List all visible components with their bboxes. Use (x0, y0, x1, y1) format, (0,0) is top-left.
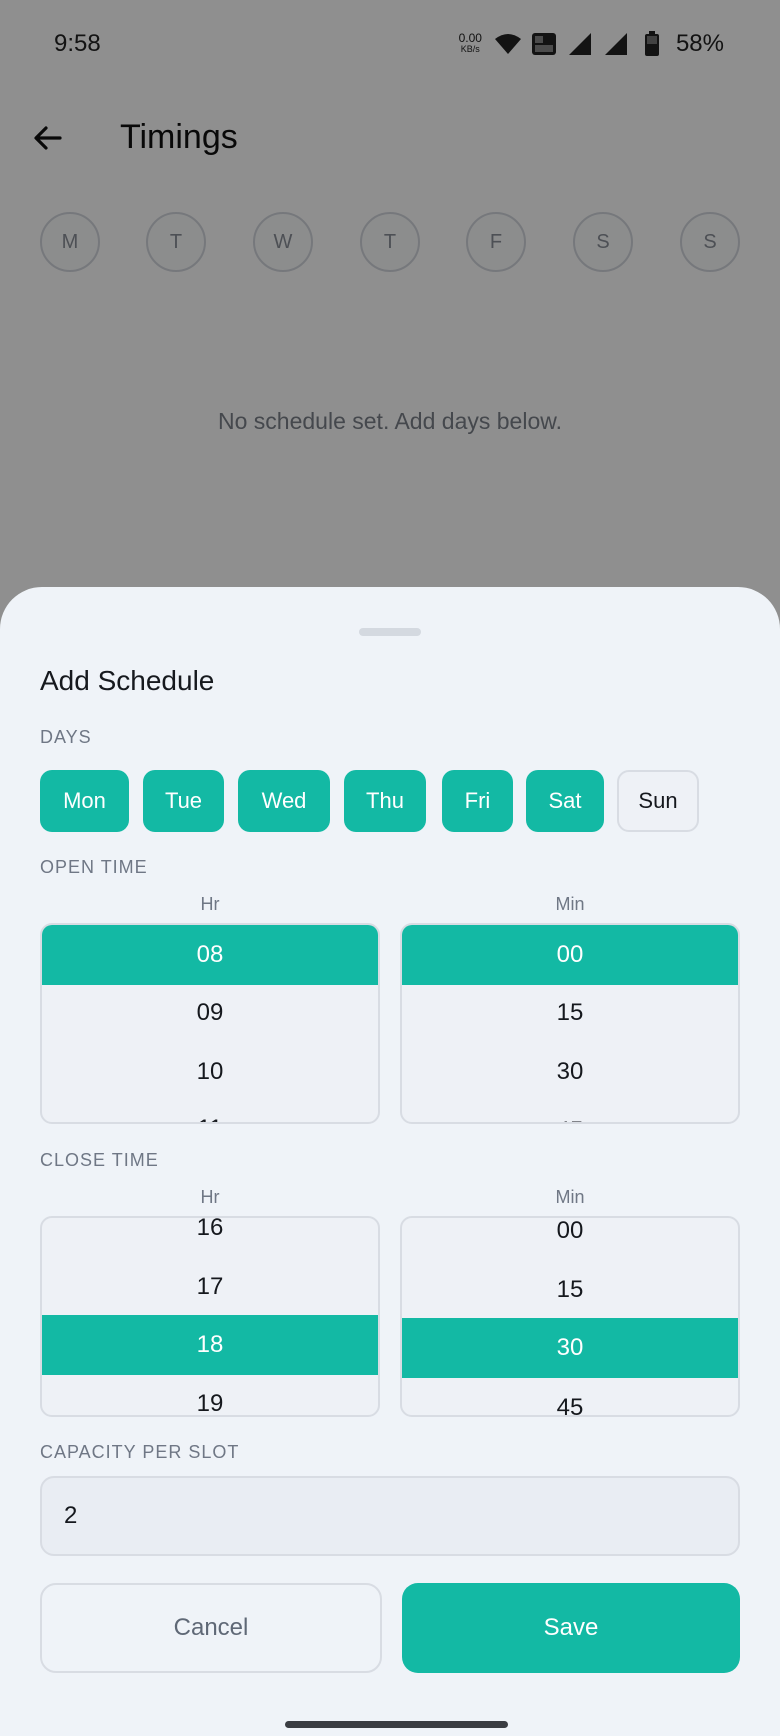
close-minute-picker[interactable]: 00 15 30 45 (400, 1216, 740, 1417)
day-chip-tue[interactable]: Tue (143, 770, 224, 832)
day-chip-sat[interactable]: Sat (526, 770, 604, 832)
picker-row[interactable]: 10 (42, 1042, 378, 1102)
open-hour-picker[interactable]: 08 09 10 11 (40, 923, 380, 1124)
picker-row[interactable]: 15 (402, 1260, 738, 1320)
close-min-label: Min (555, 1187, 585, 1207)
picker-row[interactable]: 11 (42, 1099, 378, 1122)
open-hr-label: Hr (200, 894, 220, 914)
home-indicator[interactable] (285, 1721, 508, 1728)
picker-row[interactable]: 00 (402, 1218, 738, 1261)
add-schedule-sheet: Add Schedule DAYS Mon Tue Wed Thu Fri Sa… (0, 587, 780, 1736)
day-chip-thu[interactable]: Thu (344, 770, 426, 832)
picker-row[interactable]: 16 (42, 1218, 378, 1258)
sheet-title: Add Schedule (40, 665, 215, 696)
picker-row[interactable]: 15 (402, 983, 738, 1043)
capacity-input[interactable]: 2 (40, 1476, 740, 1556)
picker-row-selected[interactable]: 08 (42, 925, 378, 985)
open-minute-picker[interactable]: 00 15 30 45 (400, 923, 740, 1124)
cancel-button[interactable]: Cancel (40, 1583, 382, 1673)
picker-row[interactable]: 45 (402, 1378, 738, 1415)
day-chip-mon[interactable]: Mon (40, 770, 129, 832)
open-time-label: OPEN TIME (40, 857, 148, 877)
picker-row-selected[interactable]: 18 (42, 1315, 378, 1375)
open-min-label: Min (555, 894, 585, 914)
picker-row[interactable]: 45 (402, 1101, 738, 1122)
picker-row[interactable]: 19 (42, 1374, 378, 1415)
day-chip-fri[interactable]: Fri (442, 770, 513, 832)
picker-row-selected[interactable]: 30 (402, 1318, 738, 1378)
day-chip-sun[interactable]: Sun (617, 770, 699, 832)
close-hour-picker[interactable]: 16 17 18 19 (40, 1216, 380, 1417)
days-label: DAYS (40, 727, 92, 747)
picker-row[interactable]: 09 (42, 983, 378, 1043)
save-button[interactable]: Save (402, 1583, 740, 1673)
day-chip-wed[interactable]: Wed (238, 770, 330, 832)
drag-handle[interactable] (359, 628, 421, 636)
picker-row[interactable]: 17 (42, 1257, 378, 1317)
close-hr-label: Hr (200, 1187, 220, 1207)
picker-row-selected[interactable]: 00 (402, 925, 738, 985)
picker-row[interactable]: 30 (402, 1042, 738, 1102)
capacity-label: CAPACITY PER SLOT (40, 1442, 240, 1462)
close-time-label: CLOSE TIME (40, 1150, 159, 1170)
